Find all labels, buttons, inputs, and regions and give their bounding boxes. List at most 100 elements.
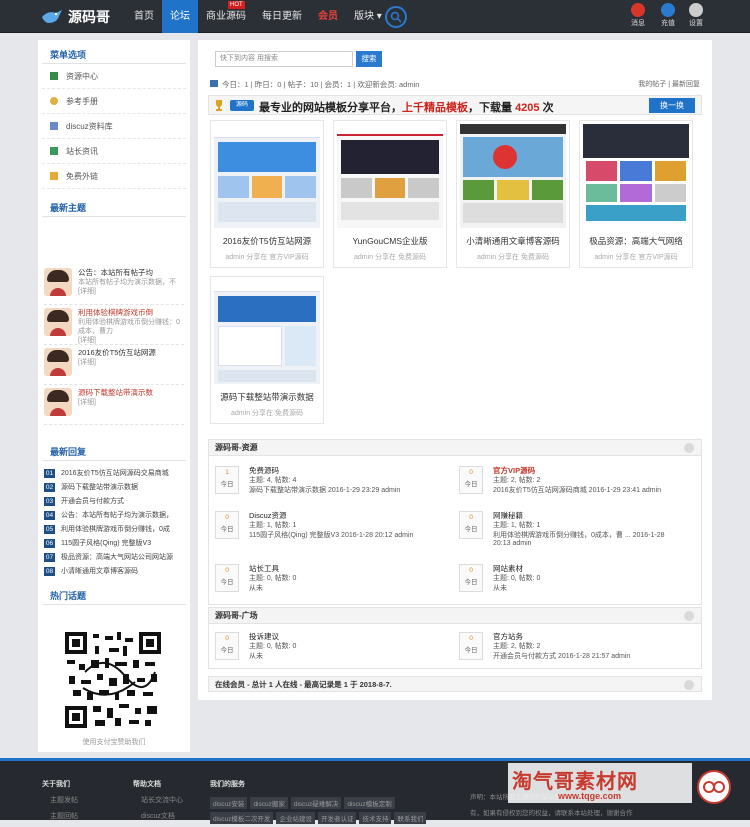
forum-item[interactable]: 0 今日 投诉建议 主题: 0, 帖数: 0 从未 (209, 628, 449, 668)
menu-item-discuz[interactable]: discuz资料库 (42, 114, 186, 139)
nav-home[interactable]: 首页 (126, 0, 162, 33)
message-icon (631, 3, 645, 17)
collapse-toggle-icon[interactable] (684, 443, 694, 453)
footer-tag[interactable]: discuz模板定制 (344, 797, 395, 809)
nav-member[interactable]: 会员 (310, 0, 346, 33)
forum-item[interactable]: 0 今日 网赚秘籍 主题: 1, 帖数: 1 利用体验棋牌游戏币倒分赚钱，0成本，曹 .… (453, 507, 693, 547)
forum-last-post: 从未 (249, 653, 263, 660)
footer-tag[interactable]: discuz安装 (210, 797, 248, 809)
collapse-toggle-icon[interactable] (684, 680, 694, 690)
user-avatar-icon (689, 3, 703, 17)
thread-more[interactable]: [详细] (78, 358, 156, 367)
category-title: 源码哥-资源 (215, 443, 258, 452)
forum-item[interactable]: 0 今日 网站素材 主题: 0, 帖数: 0 从未 (453, 560, 693, 600)
footer-tag[interactable]: 开发者认证 (317, 812, 357, 824)
reply-item[interactable]: 08 小清晰通用文章博客源码 (44, 565, 184, 577)
search-button[interactable] (385, 6, 407, 28)
my-posts-links[interactable]: 我的帖子 | 最新回复 (638, 79, 700, 89)
forum-counts: 主题: 0, 帖数: 0 (249, 643, 297, 650)
menu-item-links[interactable]: 免费外链 (42, 164, 186, 189)
reply-item[interactable]: 05 利用体验棋牌游戏币倒分赚钱，0成 (44, 523, 184, 535)
forum-counts: 主题: 0, 帖数: 0 (493, 575, 541, 582)
nav-boards-label: 版块 (354, 11, 374, 22)
latest-thread[interactable]: 利用体验棋牌游戏币倒 利用体验棋牌游戏币倒分赚钱：0成本，曹力 [详细] (44, 305, 184, 345)
settings-button[interactable]: 设置 (684, 3, 708, 28)
thread-title: 源码下载整站带演示数 (78, 388, 153, 397)
messages-button[interactable]: 消息 (626, 3, 650, 28)
thread-more[interactable]: [详细] (78, 398, 153, 407)
thread-more[interactable]: [详细] (78, 287, 176, 296)
hot-topics-heading: 热门话题 (42, 587, 186, 605)
online-members-bar[interactable]: 在线会员 - 总计 1 人在线 - 最高记录是 1 于 2018-8-7. (208, 676, 702, 692)
nav-commercial[interactable]: 商业源码 HOT (198, 0, 254, 33)
reply-item[interactable]: 03 开通会员与付款方式 (44, 495, 184, 507)
template-card[interactable]: 2016友价T5仿互站网源 admin 分享在 官方VIP源码 (210, 120, 324, 268)
category-header[interactable]: 源码哥-资源 (209, 440, 701, 456)
thread-more[interactable]: [详细] (78, 336, 184, 345)
forum-last-post[interactable]: 利用体验棋牌游戏币倒分赚钱，0成本，曹 ... 2016-1-28 (493, 530, 665, 540)
watermark-url: www.tqge.com (558, 791, 622, 801)
latest-thread[interactable]: 2016友价T5仿互站网源 [详细] (44, 345, 184, 385)
footer-tag[interactable]: 企业站建设 (276, 812, 315, 824)
template-card[interactable]: 源码下载整站带演示数据 admin 分享在 免费源码 (210, 276, 324, 424)
footer-link[interactable]: 主题发帖 (42, 795, 78, 805)
template-card[interactable]: 小清晰通用文章博客源码 admin 分享在 免费源码 (456, 120, 570, 268)
template-card[interactable]: 极品资源：高端大气网络 admin 分享在 官方VIP源码 (579, 120, 693, 268)
forum-item[interactable]: 0 今日 Discuz资源 主题: 1, 帖数: 1 115圆子风格(Qing) 完整版… (209, 507, 449, 547)
footer-tag[interactable]: 联系我们 (394, 812, 427, 824)
footer-tag[interactable]: discuz搬家 (250, 797, 288, 809)
logo-text: 源码哥 (68, 9, 110, 25)
footer-heading: 我们的服务 (210, 781, 245, 788)
forum-item[interactable]: 0 今日 官方站务 主题: 2, 帖数: 2 开通会员与付款方式 2016-1-28 2… (453, 628, 693, 668)
forum-last-post[interactable]: 115圆子风格(Qing) 完整版V3 2016-1-28 20:12 admi… (249, 530, 413, 540)
forum-item[interactable]: 1 今日 免费源码 主题: 4, 帖数: 4 源码下载整站带演示数据 2016-1-29… (209, 462, 449, 502)
menu-item-resources[interactable]: 资源中心 (42, 64, 186, 89)
card-meta: admin 分享在 免费源码 (231, 410, 303, 417)
reply-title: 极品资源：高端大气网站公司网站源 (61, 554, 173, 561)
forum-last-post[interactable]: 开通会员与付款方式 2016-1-28 21:57 admin (493, 651, 630, 661)
collapse-toggle-icon[interactable] (684, 611, 694, 621)
menu-item-label: 参考手册 (66, 96, 98, 106)
template-card[interactable]: YunGouCMS企业版 admin 分享在 免费源码 (333, 120, 447, 268)
footer-tag[interactable]: discuz疑难解决 (290, 797, 342, 809)
reply-number: 02 (44, 482, 55, 492)
category-header[interactable]: 源码哥-广场 (209, 608, 701, 624)
replies-heading: 最新回复 (42, 443, 186, 461)
reply-number: 08 (44, 566, 55, 576)
recharge-label: 充值 (661, 20, 675, 27)
forum-item[interactable]: 0 今日 官方VIP源码 主题: 2, 帖数: 2 2016友价T5仿互站网源码商城 2… (453, 462, 693, 502)
latest-thread[interactable]: 公告：本站所有帖子均 本站所有帖子均为演示数据，不 [详细] (44, 265, 184, 305)
nav-forum[interactable]: 论坛 (162, 0, 198, 33)
footer-services: 我们的服务 (210, 779, 245, 795)
latest-thread[interactable]: 源码下载整站带演示数 [详细] (44, 385, 184, 425)
reply-item[interactable]: 04 公告：本站所有帖子均为演示数据， (44, 509, 184, 521)
reply-item[interactable]: 02 源码下载整站带演示数据 (44, 481, 184, 493)
nav-daily-update[interactable]: 每日更新 (254, 0, 310, 33)
reply-item[interactable]: 01 2016友价T5仿互站网源码交易商城 (44, 467, 184, 479)
recharge-button[interactable]: 充值 (656, 3, 680, 28)
reply-title: 开通会员与付款方式 (61, 498, 124, 505)
forum-item[interactable]: 0 今日 站长工具 主题: 0, 帖数: 0 从未 (209, 560, 449, 600)
reply-item[interactable]: 06 115圆子风格(Qing) 完整版V3 (44, 537, 184, 549)
forum-last-post[interactable]: 2016友价T5仿互站网源码商城 2016-1-29 23:41 admin (493, 485, 661, 495)
thread-title: 利用体验棋牌游戏币倒 (78, 308, 153, 317)
template-thumbnail (337, 124, 443, 228)
nav-boards[interactable]: 版块 ▾ (346, 0, 390, 33)
shuffle-button[interactable]: 换一换 (649, 98, 695, 113)
chevron-down-icon: ▾ (376, 11, 382, 22)
site-logo[interactable]: 源码哥 (40, 6, 110, 28)
avatar (44, 388, 72, 416)
forum-last-post[interactable]: 源码下载整站带演示数据 2016-1-29 23:29 admin (249, 485, 400, 495)
reply-item[interactable]: 07 极品资源：高端大气网站公司网站源 (44, 551, 184, 563)
sidebar: 菜单选项 资源中心 参考手册 discuz资料库 站长资讯 免费外链 最新主题 … (38, 40, 190, 752)
search-input[interactable]: 快下到内容 用搜索 (215, 51, 353, 67)
search-submit-button[interactable]: 搜索 (356, 51, 382, 67)
footer-tag[interactable]: discuz模板二次开发 (210, 812, 274, 824)
trophy-icon (216, 100, 222, 111)
footer-tag[interactable]: 技术支持 (359, 812, 392, 824)
menu-item-news[interactable]: 站长资讯 (42, 139, 186, 164)
footer-link[interactable]: 站长交流中心 (133, 795, 183, 805)
forum-counts: 主题: 2, 帖数: 2 (493, 477, 541, 484)
card-title: 极品资源：高端大气网络 (589, 236, 683, 246)
menu-item-manual[interactable]: 参考手册 (42, 89, 186, 114)
